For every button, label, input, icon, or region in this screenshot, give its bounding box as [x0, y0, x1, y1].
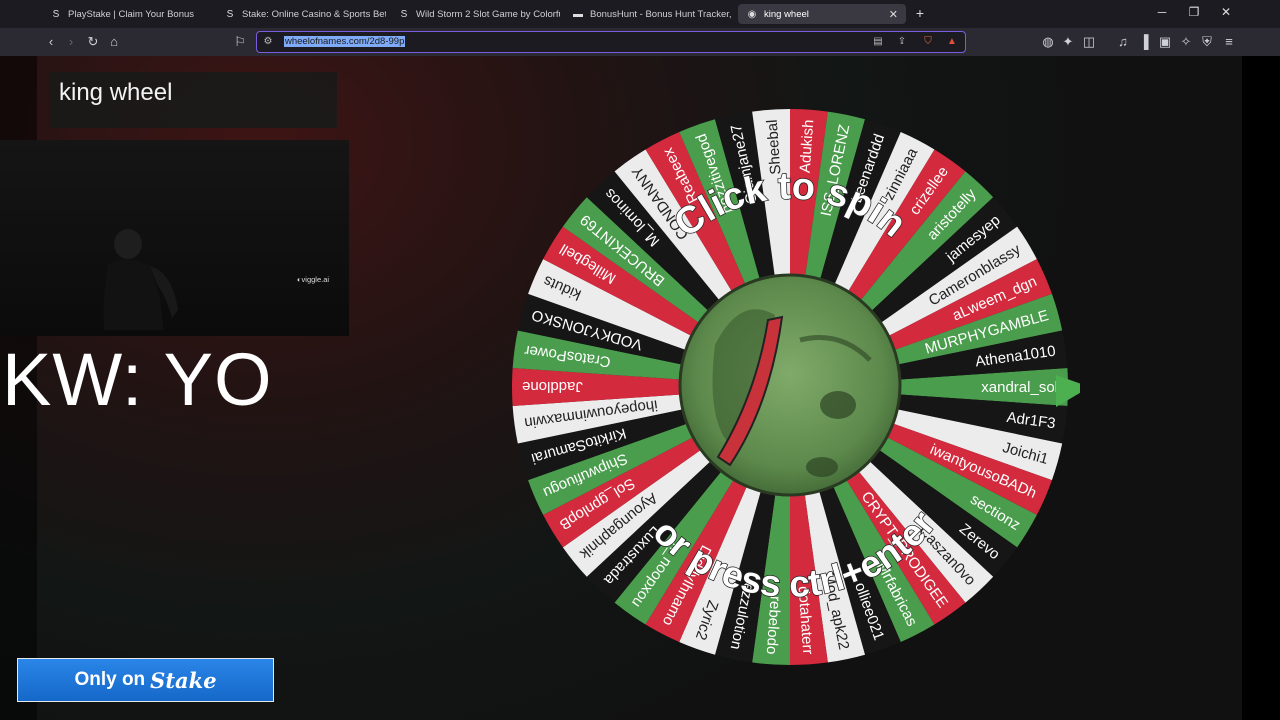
rewards-icon[interactable]: ▲	[945, 35, 959, 49]
screenshot-icon[interactable]: ◫	[1081, 34, 1097, 50]
wheel-entry-label: xandral_sol	[981, 379, 1058, 396]
share-icon[interactable]: ⇪	[895, 35, 909, 49]
overlay-text: KW: YO	[2, 338, 273, 421]
minimize-icon[interactable]: ─	[1152, 5, 1172, 19]
tab-title: Wild Storm 2 Slot Game by Colorful P	[416, 8, 560, 20]
name-wheel[interactable]: xandral_solAdr1F3Joichi1iwantyousoBADhse…	[500, 105, 1080, 685]
home-icon[interactable]: ⌂	[106, 34, 122, 50]
wheel-entry-label: Adukish	[797, 119, 818, 173]
reader-view-icon[interactable]: ▤	[871, 35, 885, 49]
bookmark-icon[interactable]: ⚐	[232, 34, 248, 50]
leo-ai-icon[interactable]: ✧	[1178, 34, 1194, 50]
address-bar[interactable]: ⚙ wheelofnames.com/2d8-99p ▤ ⇪ ⛉ ▲	[256, 31, 966, 53]
brave-shield-icon[interactable]: ⛉	[921, 35, 935, 49]
viggle-watermark: ◐viggle.ai	[297, 275, 329, 284]
reload-icon[interactable]: ↻	[85, 34, 101, 50]
forward-icon[interactable]: ›	[63, 34, 79, 50]
stake-s-icon: S	[226, 8, 234, 20]
tab-title: king wheel	[764, 8, 809, 20]
wallet-card-icon[interactable]: ▣	[1157, 34, 1173, 50]
wheelofnames-icon: ◉	[747, 8, 757, 20]
page-edge	[1242, 56, 1280, 720]
close-tab-icon[interactable]: ✕	[889, 8, 898, 21]
tab-title: BonusHunt - Bonus Hunt Tracker, Too	[590, 8, 734, 20]
wheel-center-image	[678, 273, 902, 497]
tab-playstake[interactable]: S PlayStake | Claim Your Bonus	[42, 4, 212, 24]
viggle-text: viggle.ai	[301, 275, 330, 284]
new-tab-icon[interactable]: +	[912, 5, 928, 21]
menu-icon[interactable]: ≡	[1221, 34, 1237, 50]
wallet-icon[interactable]: ◍	[1040, 34, 1056, 50]
bonushunt-icon: ▬	[573, 8, 583, 20]
stake-s-icon: S	[52, 8, 60, 20]
back-icon[interactable]: ‹	[43, 34, 59, 50]
tab-title: PlayStake | Claim Your Bonus	[68, 8, 195, 20]
stake-s-icon: S	[400, 8, 408, 20]
wheel-entry-label: Jaddlone	[522, 378, 583, 395]
cta-prefix: Only on	[74, 669, 146, 690]
tab-title: Stake: Online Casino & Sports Betting	[242, 8, 386, 20]
window-close-icon[interactable]: ✕	[1216, 5, 1236, 19]
only-on-stake-banner[interactable]: Only on Stake	[17, 658, 274, 702]
sidebar-icon[interactable]: ▐	[1136, 34, 1152, 50]
extensions-icon[interactable]: ✦	[1060, 34, 1076, 50]
site-settings-icon[interactable]: ⚙	[261, 35, 275, 49]
url-text[interactable]: wheelofnames.com/2d8-99p	[284, 36, 406, 47]
vpn-icon[interactable]: ⛨	[1199, 34, 1215, 50]
tab-wild-storm[interactable]: S Wild Storm 2 Slot Game by Colorful P	[390, 4, 560, 24]
streamer-silhouette	[103, 229, 178, 330]
tab-stake-casino[interactable]: S Stake: Online Casino & Sports Betting	[216, 4, 386, 24]
tab-bonushunt[interactable]: ▬ BonusHunt - Bonus Hunt Tracker, Too	[564, 4, 734, 24]
wheel-pointer	[1056, 375, 1080, 407]
restore-icon[interactable]: ❐	[1184, 5, 1204, 19]
media-icon[interactable]: ♫	[1115, 34, 1131, 50]
tab-king-wheel[interactable]: ◉ king wheel ✕	[738, 4, 906, 24]
stake-logo-text: Stake	[150, 667, 217, 693]
page-title: king wheel	[59, 79, 173, 106]
